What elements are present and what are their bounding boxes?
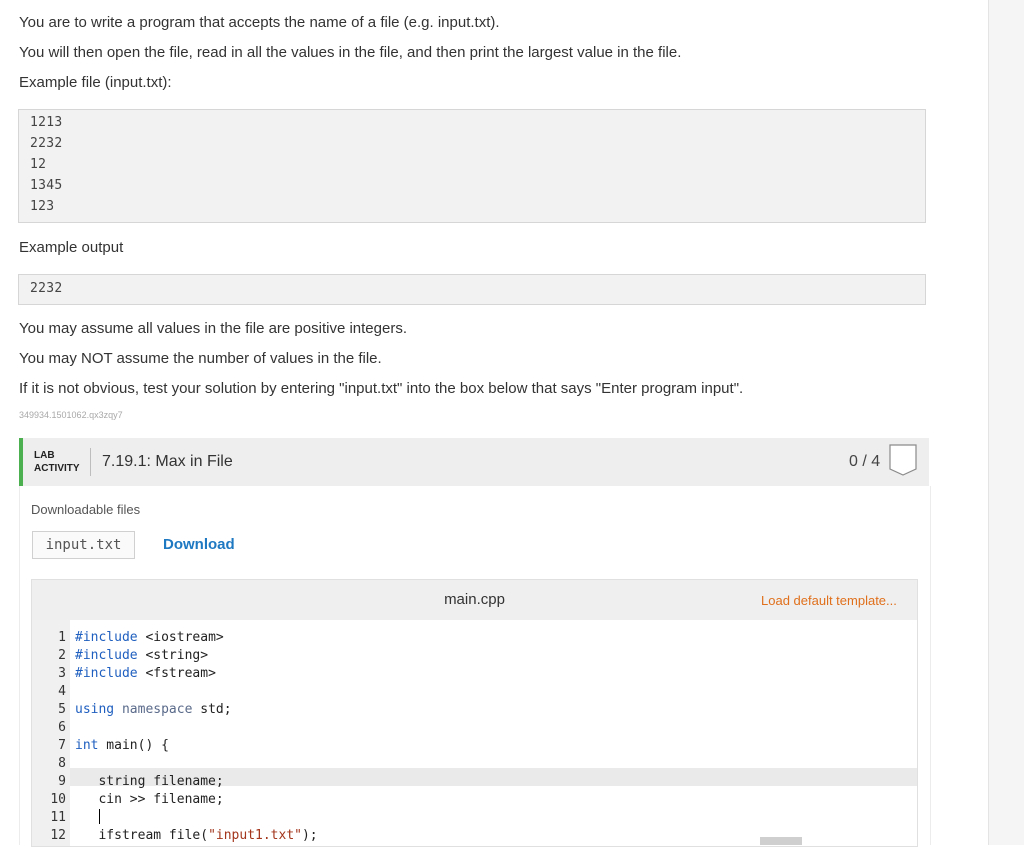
right-side-panel [988, 0, 1024, 845]
instruction-line-1: You are to write a program that accepts … [19, 14, 500, 31]
line-number: 1 [58, 630, 66, 645]
lab-accent-bar [19, 438, 23, 486]
lab-label-line2: ACTIVITY [34, 463, 80, 474]
completion-badge-icon [889, 444, 917, 476]
text-cursor [99, 809, 100, 824]
lab-activity-header: LAB ACTIVITY 7.19.1: Max in File 0 / 4 [19, 438, 929, 486]
line-number: 4 [58, 684, 66, 699]
activity-id-code: 349934.1501062.qx3zqy7 [19, 410, 123, 420]
code-line: cin >> filename; [75, 792, 224, 807]
line-number: 3 [58, 666, 66, 681]
example-file-line: 1345 [30, 178, 63, 193]
example-file-line: 2232 [30, 136, 63, 151]
lab-divider [90, 448, 91, 476]
lab-title: 7.19.1: Max in File [102, 453, 233, 470]
example-file-line: 1213 [30, 115, 63, 130]
example-output-block: 2232 [18, 274, 926, 305]
instruction-line-5: You may NOT assume the number of values … [19, 350, 382, 367]
lab-activity-label: LAB ACTIVITY [34, 449, 80, 475]
code-line: using namespace std; [75, 702, 232, 717]
code-line: #include <fstream> [75, 666, 216, 681]
code-line: int main() { [75, 738, 169, 753]
code-line: string filename; [75, 774, 224, 789]
code-editor[interactable]: main.cpp Load default template... 1 #incl… [31, 579, 918, 847]
line-number: 11 [50, 810, 66, 825]
line-number: 2 [58, 648, 66, 663]
line-number: 10 [50, 792, 66, 807]
example-file-block: 1213 2232 12 1345 123 [18, 109, 926, 223]
download-button[interactable]: Download [163, 536, 235, 553]
downloadable-file-name: input.txt [32, 531, 135, 559]
example-output-label: Example output [19, 239, 124, 256]
example-file-line: 123 [30, 199, 55, 214]
line-number: 6 [58, 720, 66, 735]
line-number: 7 [58, 738, 66, 753]
code-line: #include <iostream> [75, 630, 224, 645]
code-line: ifstream file("input1.txt"); [75, 828, 318, 843]
instruction-line-2: You will then open the file, read in all… [19, 44, 682, 61]
lab-score: 0 / 4 [849, 453, 881, 470]
editor-header: main.cpp Load default template... [32, 580, 917, 620]
line-number: 5 [58, 702, 66, 717]
lab-label-line1: LAB [34, 450, 55, 461]
instruction-line-4: You may assume all values in the file ar… [19, 320, 407, 337]
line-number: 9 [58, 774, 66, 789]
line-number: 12 [50, 828, 66, 843]
downloadable-files-label: Downloadable files [31, 502, 141, 517]
example-output-value: 2232 [30, 281, 63, 296]
scrollbar-thumb[interactable] [760, 837, 802, 845]
instruction-line-6: If it is not obvious, test your solution… [19, 380, 744, 397]
line-number: 8 [58, 756, 66, 771]
code-area[interactable]: 1 #include <iostream> 2 #include <string> 3 #… [32, 620, 917, 846]
instruction-line-3: Example file (input.txt): [19, 74, 172, 91]
load-default-template-link[interactable]: Load default template... [761, 593, 897, 608]
example-file-line: 12 [30, 157, 47, 172]
code-line: #include <string> [75, 648, 209, 663]
